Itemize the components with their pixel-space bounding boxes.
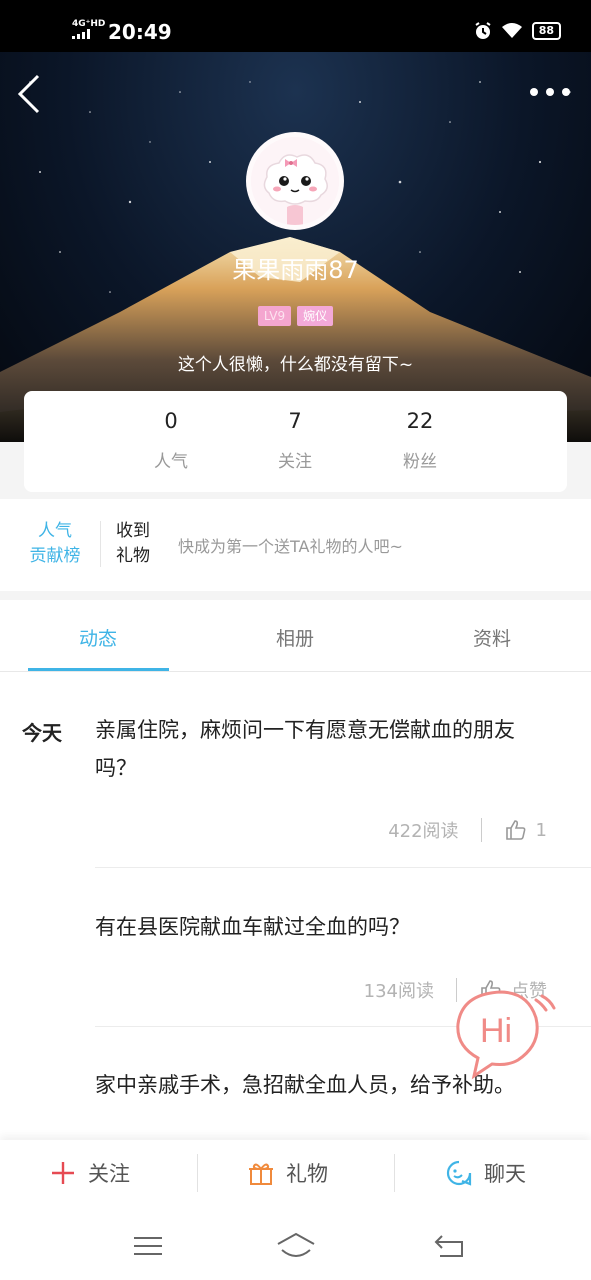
stat-label: 关注: [278, 452, 312, 472]
username: 果果雨雨87: [232, 256, 359, 284]
battery-icon: 88: [531, 22, 561, 40]
profile-header: 果果雨雨87 LV9 婉仪 这个人很懒，什么都没有留下~: [0, 52, 591, 442]
hi-label: Hi: [480, 1012, 513, 1050]
ranking-label-line1: 人气: [38, 521, 72, 541]
read-count: 422阅读: [388, 821, 459, 842]
follow-button[interactable]: 关注: [50, 1158, 130, 1188]
bio-text: 这个人很懒，什么都没有留下~: [177, 355, 414, 375]
home-icon[interactable]: [276, 1230, 316, 1262]
stat-label: 粉丝: [403, 452, 437, 472]
post-meta: 422阅读 1: [388, 817, 547, 843]
divider: [100, 521, 101, 567]
follow-label: 关注: [88, 1162, 130, 1186]
wifi-icon: [501, 23, 522, 38]
meta-divider: [480, 818, 482, 842]
cloud-character-icon: [251, 137, 339, 225]
alarm-icon: [475, 22, 491, 39]
thumbs-up-icon: [505, 820, 525, 840]
badge-row: LV9 婉仪: [0, 306, 591, 326]
chat-icon: [446, 1160, 472, 1186]
post-item[interactable]: 有在县医院献血车献过全血的吗？: [95, 908, 591, 946]
post-text: 亲属住院，麻烦问一下有愿意无偿献血的朋友吗？: [95, 718, 515, 780]
stat-following[interactable]: 7 关注: [245, 409, 345, 472]
post-divider: [95, 867, 591, 868]
stats-card: 0 人气 7 关注 22 粉丝: [24, 391, 567, 492]
gift-section: 人气 贡献榜 收到 礼物 快成为第一个送TA礼物的人吧~: [0, 499, 591, 591]
gift-label: 礼物: [286, 1162, 328, 1186]
day-label: 今天: [22, 721, 62, 745]
level-badge: LV9: [257, 306, 292, 326]
stat-popularity[interactable]: 0 人气: [121, 409, 221, 472]
avatar[interactable]: [246, 132, 344, 230]
system-nav-bar: [0, 1210, 591, 1280]
chat-button[interactable]: 聊天: [446, 1158, 526, 1188]
received-line1: 收到: [116, 521, 150, 541]
active-tab-indicator: [28, 668, 169, 671]
back-button[interactable]: [14, 72, 50, 116]
network-label: 4G⁺HD: [72, 19, 106, 29]
gift-button[interactable]: 礼物: [248, 1158, 328, 1188]
more-options-button[interactable]: [529, 84, 571, 100]
network-indicator: 4G⁺HD: [72, 20, 105, 39]
read-count: 134阅读: [363, 981, 434, 1002]
stat-value: 7: [288, 409, 302, 433]
received-line2: 礼物: [116, 546, 150, 566]
popularity-ranking-button[interactable]: 人气 贡献榜: [20, 519, 90, 569]
like-count: 1: [535, 819, 547, 841]
status-bar: 4G⁺HD 20:49 88: [0, 0, 591, 52]
divider: [197, 1154, 198, 1192]
tab-album[interactable]: 相册: [225, 624, 365, 651]
section-gap: [0, 591, 591, 600]
stat-fans[interactable]: 22 粉丝: [370, 409, 470, 472]
back-nav-icon[interactable]: [432, 1230, 468, 1262]
stat-value: 22: [406, 409, 434, 433]
menu-icon[interactable]: [130, 1230, 166, 1262]
stat-value: 0: [164, 409, 178, 433]
tab-moments[interactable]: 动态: [28, 624, 168, 651]
chat-label: 聊天: [484, 1162, 526, 1186]
gift-icon: [249, 1163, 273, 1185]
received-gifts-label: 收到 礼物: [116, 519, 150, 569]
tab-bar: 动态 相册 资料: [0, 600, 591, 672]
title-badge: 婉仪: [297, 306, 334, 326]
post-item[interactable]: 亲属住院，麻烦问一下有愿意无偿献血的朋友吗？: [95, 711, 591, 787]
signal-icon: [72, 29, 90, 39]
tab-profile-info[interactable]: 资料: [422, 624, 562, 651]
gift-hint[interactable]: 快成为第一个送TA礼物的人吧~: [178, 533, 403, 557]
hi-greeting-button[interactable]: Hi: [452, 986, 562, 1086]
plus-icon: [52, 1162, 74, 1184]
like-button[interactable]: 1: [504, 818, 547, 842]
battery-level: 88: [538, 24, 554, 37]
divider: [394, 1154, 395, 1192]
post-text: 有在县医院献血车献过全血的吗？: [95, 915, 410, 939]
action-bar: 关注 礼物 聊天: [0, 1140, 591, 1210]
ranking-label-line2: 贡献榜: [29, 546, 81, 566]
stat-label: 人气: [154, 452, 188, 472]
clock: 20:49: [108, 20, 172, 44]
